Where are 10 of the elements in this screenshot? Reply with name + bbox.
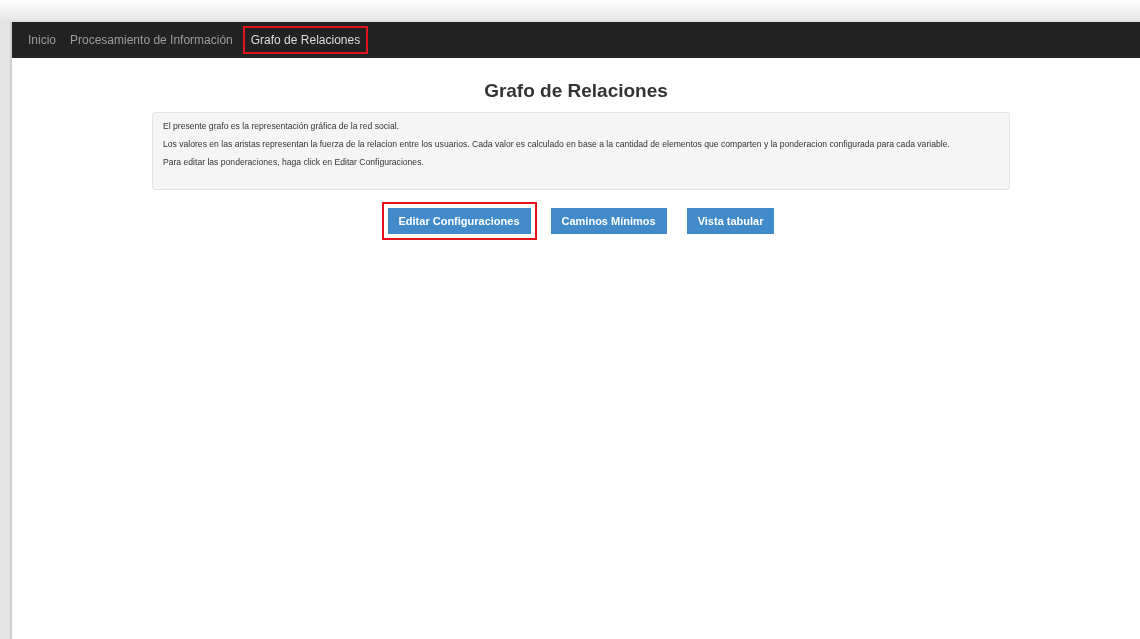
info-paragraph: Para editar las ponderaciones, haga click en Editar Configuraciones. bbox=[163, 157, 425, 168]
info-paragraph: El presente grafo es la representación gráfica de la red social. bbox=[163, 121, 400, 132]
info-paragraph: Los valores en las aristas representan la fuerza de la relacion entre los usuarios. Cada valor es calculado en base a la cantidad de elementos que comparten y la ponderacion configurada para cada variable. bbox=[163, 139, 951, 150]
action-button[interactable]: Editar Configuraciones bbox=[381, 202, 537, 240]
nav-link[interactable]: Procesamiento de Información bbox=[66, 26, 237, 54]
action-button[interactable]: Vista tabular bbox=[680, 202, 781, 240]
page-title: Grafo de Relaciones bbox=[483, 80, 669, 102]
nav-link[interactable]: Grafo de Relaciones bbox=[242, 26, 369, 54]
action-button[interactable]: Caminos Mínimos bbox=[544, 202, 673, 240]
nav-link[interactable]: Inicio bbox=[24, 26, 60, 54]
